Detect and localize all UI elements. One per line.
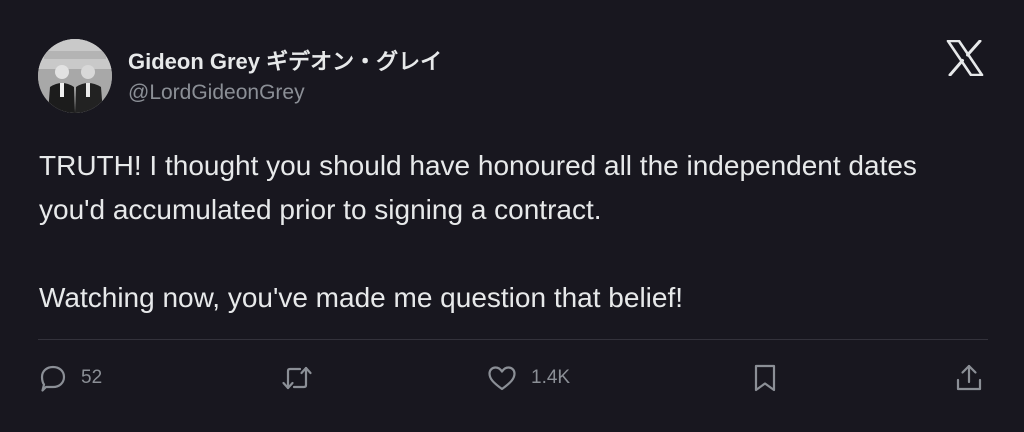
reply-count: 52 (81, 367, 103, 388)
reply-button[interactable]: 52 (39, 362, 102, 394)
share-button[interactable] (955, 362, 997, 394)
retweet-button[interactable] (281, 362, 327, 394)
share-icon (955, 363, 983, 393)
profile-photo (38, 39, 112, 113)
x-logo-icon[interactable] (946, 39, 984, 77)
tweet-card: Gideon Grey ギデオン・グレイ @LordGideonGrey TRU… (0, 0, 1024, 432)
bookmark-icon (753, 363, 777, 393)
like-button[interactable]: 1.4K (487, 362, 570, 394)
tweet-paragraph: TRUTH! I thought you should have honoure… (39, 150, 917, 225)
user-handle[interactable]: @LordGideonGrey (128, 81, 305, 105)
reply-icon (39, 364, 67, 392)
tweet-body: TRUTH! I thought you should have honoure… (39, 144, 989, 320)
divider (38, 339, 988, 340)
like-count: 1.4K (531, 367, 571, 388)
bookmark-button[interactable] (753, 362, 791, 394)
display-name[interactable]: Gideon Grey ギデオン・グレイ (128, 44, 442, 76)
tweet-paragraph: Watching now, you've made me question th… (39, 282, 684, 313)
heart-icon (487, 364, 517, 392)
avatar[interactable] (38, 39, 112, 113)
retweet-icon (281, 364, 313, 392)
